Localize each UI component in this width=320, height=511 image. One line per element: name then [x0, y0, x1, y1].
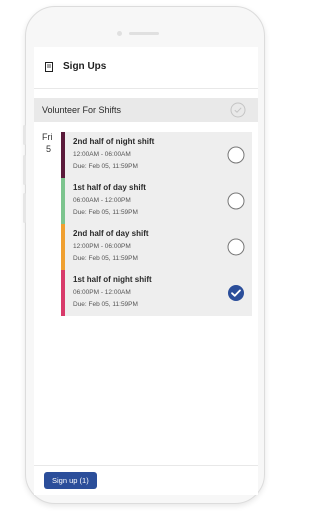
shift-due: Due: Feb 05, 11:59PM — [73, 255, 138, 262]
shift-due: Due: Feb 05, 11:59PM — [73, 209, 138, 216]
date-number: 5 — [46, 144, 52, 154]
shift-title: 2nd half of night shift — [73, 137, 155, 146]
volunteer-label: Volunteer For Shifts — [42, 105, 122, 115]
unchecked-circle-icon[interactable] — [227, 192, 245, 210]
phone-side-button — [23, 125, 26, 145]
shift-color-bar — [61, 270, 65, 316]
checked-circle-icon[interactable] — [227, 284, 245, 302]
phone-speaker — [129, 32, 159, 35]
phone-volume-up — [23, 155, 26, 185]
shift-card[interactable]: 1st half of day shift 06:00AM - 12:00PM Du… — [61, 178, 252, 224]
header: Sign Ups — [34, 47, 258, 89]
select-all-check-icon[interactable] — [230, 102, 246, 118]
document-icon — [45, 62, 53, 72]
volunteer-for-shifts-row[interactable]: Volunteer For Shifts — [34, 98, 258, 122]
page-title: Sign Ups — [63, 61, 107, 72]
phone-volume-down — [23, 193, 26, 223]
shift-title: 1st half of night shift — [73, 275, 152, 284]
sign-up-button[interactable]: Sign up (1) — [44, 472, 97, 489]
shift-time: 06:00AM - 12:00PM — [73, 197, 131, 204]
shift-card[interactable]: 2nd half of day shift 12:00PM - 06:00PM Du… — [61, 224, 252, 270]
shift-time: 12:00AM - 06:00AM — [73, 151, 131, 158]
shift-time: 06:00PM - 12:00AM — [73, 289, 131, 296]
shift-color-bar — [61, 178, 65, 224]
unchecked-circle-icon[interactable] — [227, 146, 245, 164]
unchecked-circle-icon[interactable] — [227, 238, 245, 256]
shift-color-bar — [61, 224, 65, 270]
footer: Sign up (1) — [34, 465, 258, 495]
shift-title: 2nd half of day shift — [73, 229, 149, 238]
shift-card[interactable]: 1st half of night shift 06:00PM - 12:00AM… — [61, 270, 252, 316]
shift-card[interactable]: 2nd half of night shift 12:00AM - 06:00AM… — [61, 132, 252, 178]
phone-camera — [117, 31, 122, 36]
phone-frame: Sign Ups Volunteer For Shifts Fri 5 2nd … — [23, 6, 265, 504]
shift-title: 1st half of day shift — [73, 183, 146, 192]
shift-time: 12:00PM - 06:00PM — [73, 243, 131, 250]
shift-due: Due: Feb 05, 11:59PM — [73, 301, 138, 308]
date-day: Fri — [42, 132, 53, 142]
shift-color-bar — [61, 132, 65, 178]
shift-due: Due: Feb 05, 11:59PM — [73, 163, 138, 170]
app-screen: Sign Ups Volunteer For Shifts Fri 5 2nd … — [34, 47, 258, 495]
